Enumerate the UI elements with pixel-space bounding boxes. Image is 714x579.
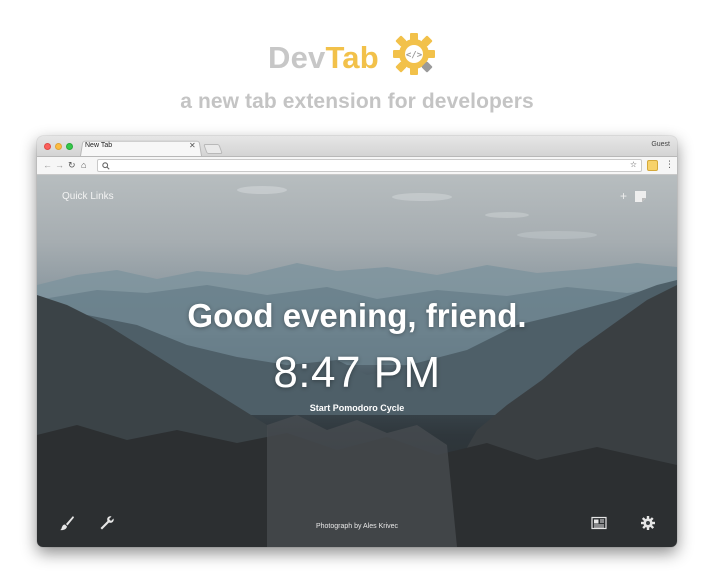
search-icon bbox=[102, 162, 110, 170]
home-icon[interactable]: ⌂ bbox=[81, 160, 86, 170]
close-window-button[interactable] bbox=[44, 143, 51, 150]
new-tab-button[interactable] bbox=[203, 144, 223, 154]
brand-header: DevTab </> a new tab extension for devel… bbox=[0, 26, 714, 113]
greeting-text: Good evening, friend. bbox=[187, 297, 527, 334]
new-tab-page: Quick Links + Good evening, friend. 8:47… bbox=[37, 175, 677, 547]
minimize-window-button[interactable] bbox=[55, 143, 62, 150]
gear-code-icon: </> bbox=[393, 33, 435, 75]
devtab-extension-icon[interactable] bbox=[647, 160, 658, 171]
browser-toolbar: ← → ↻ ⌂ ☆ ⋮ bbox=[37, 156, 677, 175]
maximize-window-button[interactable] bbox=[66, 143, 73, 150]
brand-tagline: a new tab extension for developers bbox=[180, 90, 534, 113]
news-icon[interactable] bbox=[591, 515, 607, 531]
browser-window: New Tab ✕ Guest ← → ↻ ⌂ ☆ ⋮ Quick Links … bbox=[37, 136, 677, 547]
tab-close-icon[interactable]: ✕ bbox=[189, 141, 196, 150]
profile-guest[interactable]: Guest bbox=[651, 141, 670, 148]
forward-icon[interactable]: → bbox=[55, 160, 64, 170]
reload-icon[interactable]: ↻ bbox=[68, 160, 76, 170]
clock-time: 8:47 PM bbox=[273, 348, 441, 397]
gear-icon[interactable] bbox=[640, 515, 656, 531]
svg-text:</>: </> bbox=[406, 51, 423, 61]
star-icon[interactable]: ☆ bbox=[630, 160, 637, 169]
brand-title: DevTab bbox=[268, 40, 379, 76]
photo-credit: Photograph by Ales Krivec bbox=[315, 523, 399, 530]
note-icon[interactable] bbox=[634, 190, 647, 203]
plus-icon[interactable]: + bbox=[620, 189, 627, 203]
wrench-icon[interactable] bbox=[99, 515, 115, 531]
back-icon[interactable]: ← bbox=[43, 160, 52, 170]
brush-icon[interactable] bbox=[59, 515, 75, 531]
pomodoro-label[interactable]: Start Pomodoro Cycle bbox=[310, 403, 405, 413]
brand-title-dev: Dev bbox=[268, 40, 326, 75]
tab-bar: New Tab ✕ Guest bbox=[37, 136, 677, 156]
quick-links-button[interactable]: Quick Links bbox=[62, 191, 114, 202]
pomodoro-button[interactable]: Start Pomodoro Cycle bbox=[37, 403, 677, 413]
brand-title-tab: Tab bbox=[325, 40, 379, 75]
menu-icon[interactable]: ⋮ bbox=[665, 159, 674, 170]
address-bar[interactable]: ☆ bbox=[97, 159, 642, 172]
tab-title: New Tab bbox=[85, 142, 113, 149]
